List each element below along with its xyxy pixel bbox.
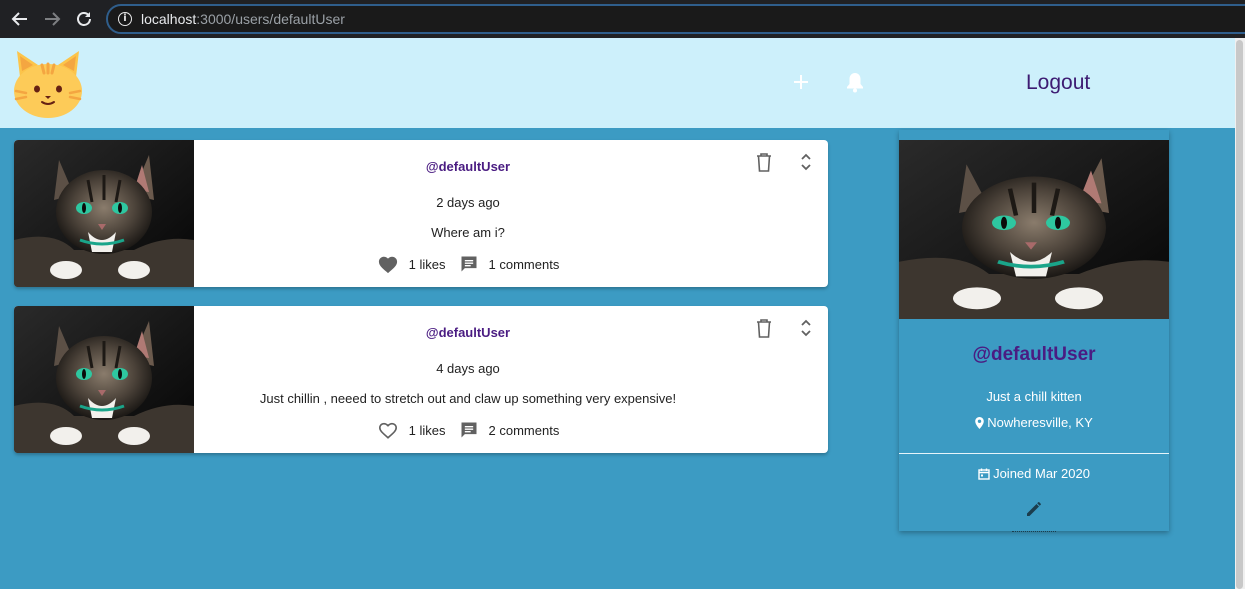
post-timestamp: 2 days ago [436,195,500,210]
profile-username: @defaultUser [972,344,1096,365]
post-username[interactable]: @defaultUser [194,159,742,174]
comment-icon[interactable] [459,420,479,440]
comments-count[interactable]: 2 comments [489,423,560,438]
heart-filled-icon[interactable] [377,254,399,274]
post-card: @defaultUser 4 days ago Just chillin , n… [14,306,828,453]
forward-arrow-icon[interactable] [40,7,64,31]
cat-face-logo[interactable] [12,47,84,119]
calendar-icon [978,468,990,480]
post-actions: 1 likes 2 comments [194,420,742,440]
profile-bio: Just a chill kitten [986,389,1082,404]
logout-button[interactable]: Logout [1026,71,1090,95]
profile-card: @defaultUser Just a chill kitten Nowhere… [899,130,1169,532]
joined-text: Joined Mar 2020 [993,466,1090,481]
url-host: localhost [141,11,197,27]
heart-outline-icon[interactable] [377,420,399,440]
bell-icon[interactable] [845,71,865,93]
address-bar[interactable]: i localhost:3000/users/defaultUser [106,4,1245,34]
location-pin-icon [975,416,985,429]
pencil-icon [1027,502,1041,516]
profile-cat-image [899,140,1169,319]
likes-count: 1 likes [408,422,446,438]
comment-icon[interactable] [459,254,479,274]
trash-icon[interactable] [755,152,773,172]
app-header: Logout [0,38,1235,128]
profile-joined: Joined Mar 2020 [899,466,1169,481]
edit-profile-button[interactable] [1012,498,1056,532]
post-username[interactable]: @defaultUser [194,325,742,340]
post-actions: 1 likes 1 comments [194,254,742,274]
post-card: @defaultUser 2 days ago Where am i? 1 li… [14,140,828,287]
browser-toolbar: i localhost:3000/users/defaultUser [0,0,1245,38]
post-cat-image [14,306,194,453]
profile-location: Nowheresville, KY [899,415,1169,430]
reload-icon[interactable] [72,7,96,31]
likes-count: 1 likes [408,256,446,272]
page-scrollbar[interactable] [1235,38,1245,589]
profile-divider [899,453,1169,454]
comments-count[interactable]: 1 comments [489,257,560,272]
back-arrow-icon[interactable] [8,7,32,31]
post-cat-image [14,140,194,287]
url-text: localhost:3000/users/defaultUser [141,11,345,27]
expand-icon[interactable] [799,152,813,172]
post-body: Just chillin , neeed to stretch out and … [259,391,677,406]
info-icon[interactable]: i [118,12,132,26]
post-timestamp: 4 days ago [436,361,500,376]
plus-icon[interactable] [790,71,812,93]
post-body: Where am i? [431,225,505,240]
scrollbar-thumb[interactable] [1236,40,1243,589]
url-path: :3000/users/defaultUser [196,11,345,27]
trash-icon[interactable] [755,318,773,338]
location-text: Nowheresville, KY [987,415,1093,430]
expand-icon[interactable] [799,318,813,338]
